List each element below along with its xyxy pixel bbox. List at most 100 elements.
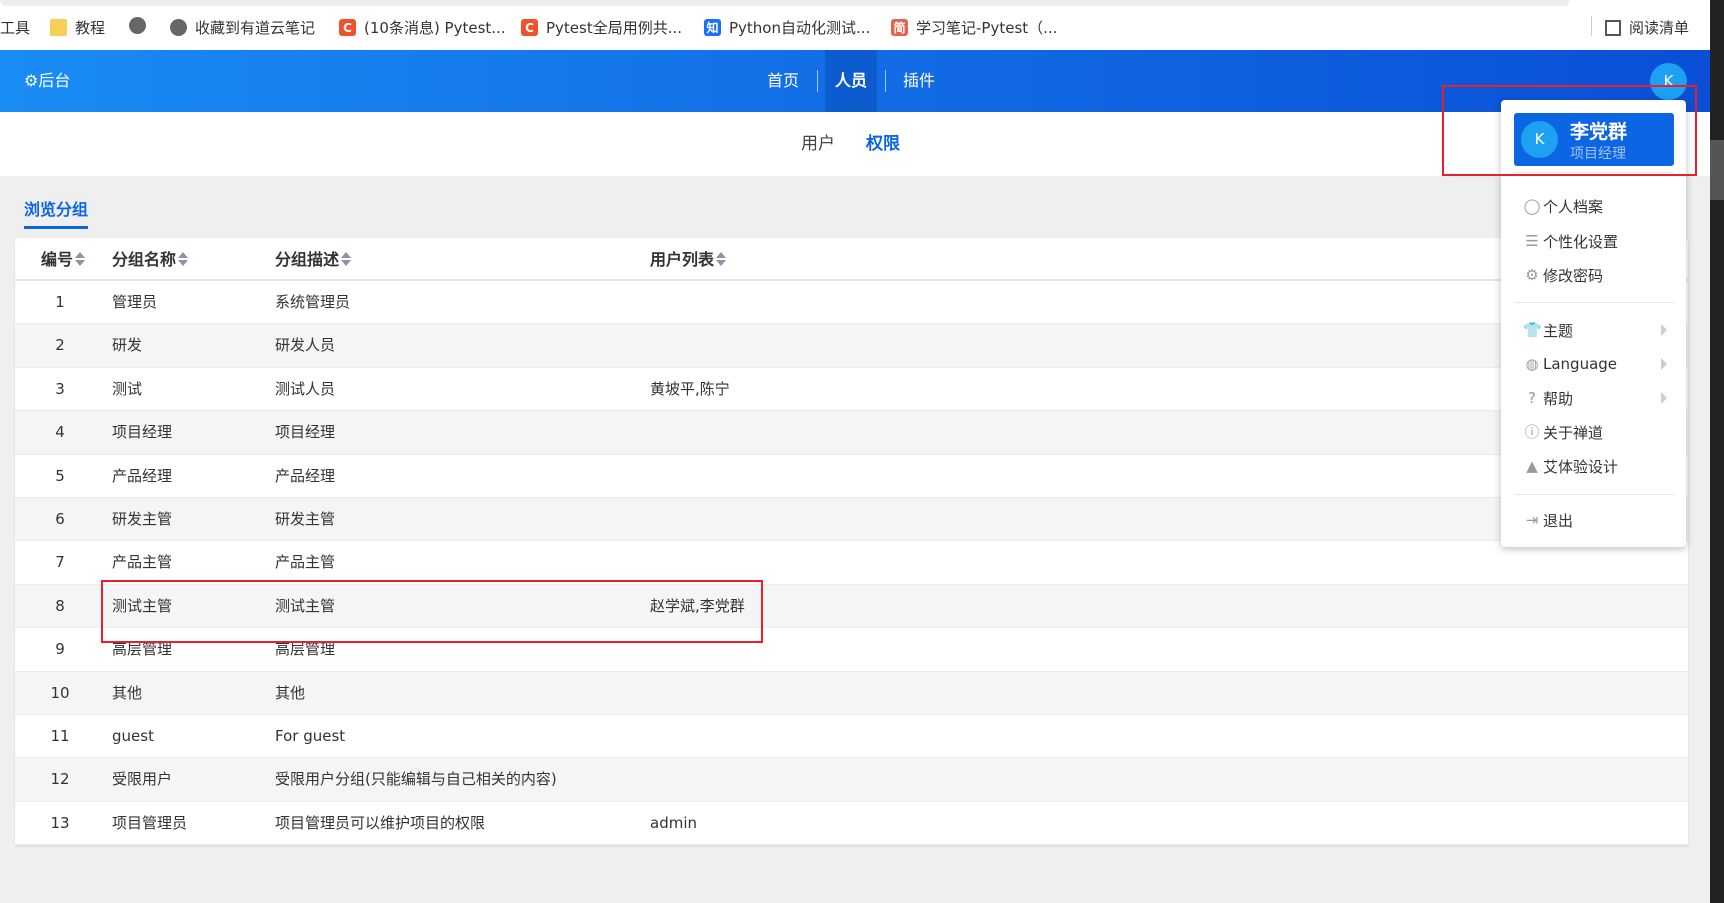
cell-users: admin [650, 813, 697, 832]
browse-groups-tab[interactable]: 浏览分组 [24, 196, 89, 229]
divider [1591, 16, 1592, 36]
globe-icon: ◍ [1525, 355, 1539, 373]
cell-id: 7 [55, 553, 65, 572]
nav-plugins[interactable]: 插件 [893, 50, 945, 112]
table-row[interactable]: 13 项目管理员 项目管理员可以维护项目的权限 admin [15, 802, 1688, 846]
col-name[interactable]: 分组名称 [112, 238, 189, 281]
jianshu-icon: 简 [891, 19, 908, 36]
table-body: 1 管理员 系统管理员 2 研发 研发人员 3 测试 测试人员 黄坡平,陈宁 4 项目经理 项目经理 5 产… [15, 281, 1688, 846]
admin-brand[interactable]: ⚙后台 [24, 50, 70, 112]
window-edge [1710, 0, 1724, 903]
bookmark-youdao[interactable]: 收藏到有道云笔记 [170, 17, 315, 38]
col-id[interactable]: 编号 [41, 238, 86, 281]
table-row[interactable]: 5 产品经理 产品经理 [15, 455, 1688, 498]
bookmark-globe[interactable] [129, 17, 146, 34]
cell-id: 9 [55, 640, 65, 659]
cell-name: 项目经理 [112, 423, 173, 442]
menu-item-2[interactable]: ☰ 个性化设置 [1501, 226, 1686, 256]
menu-item-label: 个人档案 [1543, 197, 1604, 216]
col-users[interactable]: 用户列表 [650, 238, 727, 281]
bookmark-label: Python自动化测试... [729, 19, 871, 37]
table-row[interactable]: 6 研发主管 研发主管 [15, 497, 1688, 542]
bookmarks-bar: 工具 教程 收藏到有道云笔记 C (10条消息) Pytest... C Pytes… [0, 0, 1710, 50]
address-bar-edge [0, 0, 1570, 6]
cell-id: 12 [50, 770, 70, 789]
menu-item-3[interactable]: ⚙ 修改密码 [1501, 260, 1686, 290]
table-row[interactable]: 3 测试 测试人员 黄坡平,陈宁 [15, 368, 1688, 412]
bookmark-zhihu[interactable]: 知 Python自动化测试... [704, 17, 870, 38]
cell-name: 研发主管 [112, 509, 173, 528]
cell-name: 产品经理 [112, 466, 173, 485]
bookmark-csdn-1[interactable]: C (10条消息) Pytest... [339, 17, 506, 38]
cell-id: 13 [50, 813, 70, 832]
col-label: 用户列表 [650, 250, 715, 269]
table-row[interactable]: 4 项目经理 项目经理 [15, 411, 1688, 455]
chevron-right-icon [1661, 358, 1667, 370]
cell-id: 6 [55, 509, 65, 528]
reading-list-icon [1605, 19, 1621, 36]
menu-item-1[interactable]: ◯ 个人档案 [1501, 191, 1686, 221]
menu-item-4[interactable]: 👕 主题 [1501, 315, 1686, 345]
cell-name: 其他 [112, 683, 143, 702]
csdn-icon: C [339, 19, 356, 36]
cell-desc: 项目管理员可以维护项目的权限 [275, 813, 486, 832]
menu-item-label: 个性化设置 [1543, 232, 1619, 251]
nav-separator [817, 70, 818, 92]
nav-home[interactable]: 首页 [757, 50, 809, 112]
globe-icon [170, 19, 187, 36]
nav-people[interactable]: 人员 [825, 50, 877, 112]
col-label: 分组描述 [275, 250, 340, 269]
menu-item-9[interactable]: ⇥ 退出 [1501, 505, 1686, 535]
cell-desc: For guest [275, 726, 346, 745]
cell-desc: 测试人员 [275, 379, 336, 398]
cell-desc: 产品主管 [275, 553, 336, 572]
bookmark-jianshu[interactable]: 简学习笔记-Pytest（... [891, 17, 1057, 38]
menu-item-label: 关于禅道 [1543, 423, 1604, 442]
cell-name: guest [112, 726, 154, 745]
tab-users[interactable]: 用户 [801, 112, 835, 176]
bookmark-tutorial[interactable]: 教程 [50, 17, 105, 38]
bookmark-tools[interactable]: 工具 [0, 17, 30, 38]
cell-desc: 产品经理 [275, 466, 336, 485]
gear-icon: ⚙ [24, 71, 39, 90]
menu-item-5[interactable]: ◍ Language [1501, 349, 1686, 379]
cell-id: 8 [55, 596, 65, 615]
bookmark-label: (10条消息) Pytest... [364, 19, 506, 37]
highlight-box-row [101, 580, 763, 643]
cell-id: 1 [55, 293, 65, 311]
table-row[interactable]: 10 其他 其他 [15, 671, 1688, 715]
bookmark-csdn-2[interactable]: C Pytest全局用例共... [521, 17, 682, 38]
table-row[interactable]: 11 guest For guest [15, 715, 1688, 759]
scrollbar-thumb[interactable] [1710, 140, 1724, 200]
chevron-right-icon [1661, 324, 1667, 336]
table-row[interactable]: 12 受限用户 受限用户分组(只能编辑与自己相关的内容) [15, 758, 1688, 802]
reading-list-button[interactable]: 阅读清单 [1605, 17, 1689, 38]
tshirt-icon: 👕 [1523, 321, 1542, 339]
tab-permissions[interactable]: 权限 [866, 112, 900, 176]
menu-item-7[interactable]: ⓘ 关于禅道 [1501, 417, 1686, 447]
info-icon: ⓘ [1524, 423, 1540, 441]
table-row[interactable]: 1 管理员 系统管理员 [15, 281, 1688, 325]
zhihu-icon: 知 [704, 19, 721, 36]
highlight-box-user [1442, 85, 1697, 176]
groups-table: 编号 分组名称 分组描述 用户列表 1 管理员 系统管理员 2 研发 研发人员 3 测试 测试人… [15, 238, 1688, 846]
cell-users: 黄坡平,陈宁 [650, 379, 730, 398]
divider [1514, 302, 1674, 303]
col-desc[interactable]: 分组描述 [275, 238, 352, 281]
menu-item-8[interactable]: ▲ 艾体验设计 [1501, 451, 1686, 481]
globe-icon [129, 17, 146, 34]
cell-desc: 研发主管 [275, 509, 336, 528]
cell-desc: 其他 [275, 683, 306, 702]
menu-item-6[interactable]: ? 帮助 [1501, 383, 1686, 413]
bookmark-label: 学习笔记-Pytest（... [916, 19, 1058, 37]
col-label: 分组名称 [112, 250, 177, 269]
folder-icon [50, 19, 67, 36]
help-icon: ? [1528, 389, 1536, 407]
logout-icon: ⇥ [1525, 511, 1539, 529]
cell-name: 受限用户 [112, 770, 173, 789]
bookmark-label: 教程 [75, 19, 106, 37]
table-row[interactable]: 2 研发 研发人员 [15, 324, 1688, 368]
table-row[interactable]: 7 产品主管 产品主管 [15, 541, 1688, 585]
cell-name: 管理员 [112, 293, 158, 311]
gear-icon: ⚙ [1525, 266, 1539, 284]
